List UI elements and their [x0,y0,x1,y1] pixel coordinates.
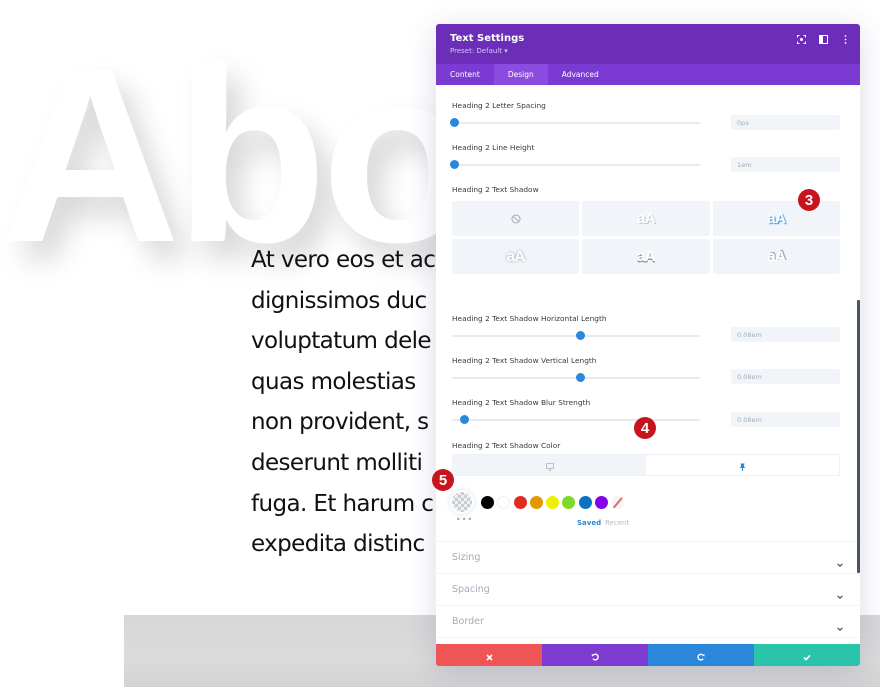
swatch-black[interactable] [481,495,494,509]
letter-spacing-slider[interactable] [449,118,700,127]
shadow-blur-label: Heading 2 Text Shadow Blur Strength [452,398,591,407]
preset-sample: aA [767,248,786,265]
color-swatches [452,492,628,512]
shadow-preset-4[interactable]: aA [582,239,710,274]
hover-pin-button[interactable] [646,455,839,475]
tab-bar: Content Design Advanced [436,64,860,85]
pin-icon [739,456,746,475]
shadow-vertical-input[interactable] [731,369,840,384]
more-colors-button[interactable]: ••• [456,515,473,524]
annotation-badge-5: 5 [432,469,454,491]
shadow-blur-slider[interactable] [452,415,700,424]
section-sizing[interactable]: Sizing [436,541,860,573]
no-shadow-icon [511,209,521,228]
slider-thumb[interactable] [576,373,586,382]
line-height-slider[interactable] [449,160,700,169]
section-label: Sizing [452,552,481,563]
palette-tab-recent[interactable]: Recent [605,519,629,527]
swatch-green[interactable] [562,495,576,509]
letter-spacing-label: Heading 2 Letter Spacing [452,101,546,110]
section-label: Spacing [452,584,490,595]
palette-tab-saved[interactable]: Saved [577,519,601,527]
focus-icon[interactable] [796,34,806,44]
modal-header[interactable]: Text Settings Preset: Default ▾ [436,24,860,64]
chevron-down-icon [836,586,844,599]
sidebar-toggle-icon[interactable] [818,34,828,44]
annotation-badge-4: 4 [634,417,656,439]
section-label: Border [452,616,484,627]
device-mode-toggle [452,454,840,476]
annotation-badge-3: 3 [798,189,820,211]
modal-body: Heading 2 Letter Spacing Heading 2 Line … [436,85,860,644]
redo-button[interactable] [648,644,754,666]
chevron-down-icon [836,618,844,631]
text-shadow-label: Heading 2 Text Shadow [452,185,539,194]
shadow-horizontal-label: Heading 2 Text Shadow Horizontal Length [452,314,607,323]
close-icon [485,646,493,665]
desktop-icon [545,456,554,475]
swatch-yellow[interactable] [546,495,560,509]
shadow-preset-none[interactable] [452,201,580,236]
desktop-mode-button[interactable] [453,455,646,475]
modal-title: Text Settings [450,33,525,44]
shadow-blur-input[interactable] [731,412,840,427]
shadow-vertical-label: Heading 2 Text Shadow Vertical Length [452,356,597,365]
swatch-orange[interactable] [529,495,543,509]
swatch-red[interactable] [513,495,527,509]
swatch-white[interactable] [497,495,511,509]
preset-sample: aA [636,248,656,265]
swatch-blue[interactable] [578,495,592,509]
line-height-label: Heading 2 Line Height [452,143,535,152]
save-button[interactable] [754,644,860,666]
tab-content[interactable]: Content [436,64,494,85]
letter-spacing-input[interactable] [731,115,840,130]
slider-thumb[interactable] [576,331,586,340]
section-border[interactable]: Border [436,605,860,637]
preset-sample: aA [506,248,526,265]
slider-thumb[interactable] [449,160,459,169]
shadow-preset-5[interactable]: aA [712,239,840,274]
preset-sample: aA [767,210,786,227]
swatch-purple[interactable] [595,495,609,509]
scrollbar[interactable] [857,300,860,573]
check-icon [803,646,811,665]
cancel-button[interactable] [436,644,542,666]
tab-design[interactable]: Design [493,64,548,85]
line-height-input[interactable] [731,157,840,172]
undo-icon [591,646,599,665]
slider-thumb[interactable] [459,415,469,424]
redo-icon [697,646,705,665]
chevron-down-icon [836,554,844,567]
shadow-preset-3[interactable]: aA [452,239,580,274]
preset-sample: aA [636,210,656,227]
color-picker-button[interactable] [452,492,472,512]
preset-dropdown[interactable]: Preset: Default ▾ [450,47,846,55]
shadow-vertical-slider[interactable] [452,373,700,382]
section-box-shadow[interactable]: Box Shadow [436,637,860,644]
modal-footer [436,644,860,666]
shadow-preset-1[interactable]: aA [582,201,710,236]
shadow-preset-2[interactable]: aA [712,201,840,236]
tab-advanced[interactable]: Advanced [548,64,613,85]
shadow-horizontal-slider[interactable] [452,331,700,340]
slider-thumb[interactable] [449,118,459,127]
swatch-clear[interactable] [611,495,625,509]
shadow-color-label: Heading 2 Text Shadow Color [452,441,561,450]
text-shadow-presets: aA aA aA aA aA [452,201,840,274]
more-vertical-icon[interactable] [840,34,850,44]
shadow-horizontal-input[interactable] [731,327,840,342]
undo-button[interactable] [542,644,648,666]
text-settings-modal: Text Settings Preset: Default ▾ Content … [436,24,860,666]
section-spacing[interactable]: Spacing [436,573,860,605]
